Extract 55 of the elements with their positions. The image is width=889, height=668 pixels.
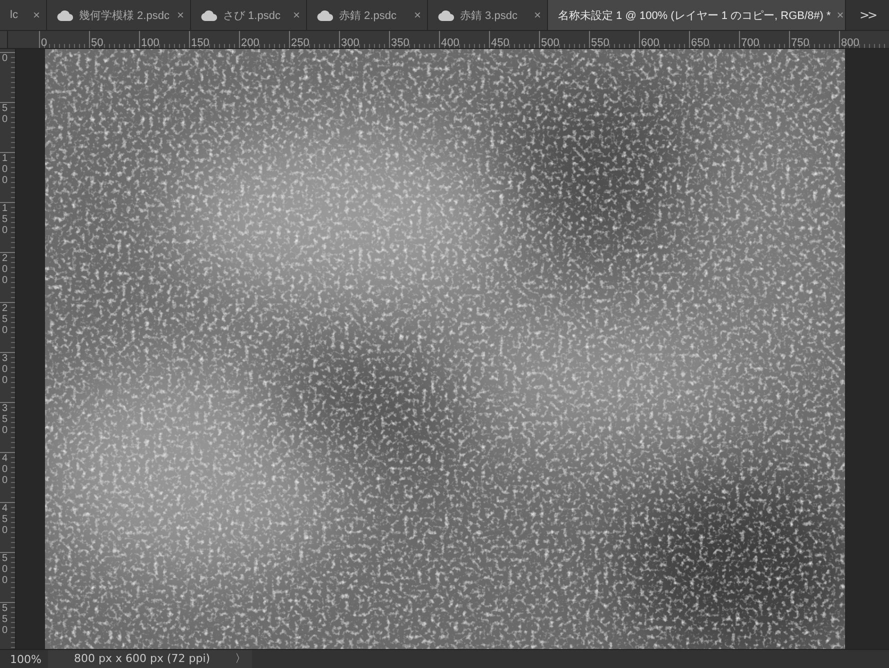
tab-label: 幾何学模様 2.psdc [79, 8, 170, 22]
ruler-label: 0 [2, 53, 9, 64]
close-icon[interactable]: × [32, 8, 40, 22]
ruler-label: 550 [2, 603, 9, 636]
ruler-label: 700 [740, 37, 760, 49]
zoom-level: 100% [9, 652, 42, 666]
cloud-icon [201, 10, 217, 20]
tab-overflow-button[interactable]: >> [846, 0, 889, 30]
document-tab[interactable]: 幾何学模様 2.psdc × [47, 0, 191, 30]
close-icon[interactable]: × [414, 8, 421, 22]
cloud-icon [317, 10, 333, 20]
tab-label: 赤錆 3.psdc [460, 8, 518, 22]
tab-label: lc [10, 9, 19, 21]
document-size: 800 px x 600 px (72 ppi) [48, 650, 229, 668]
ruler-label: 600 [640, 37, 660, 49]
status-menu-button[interactable]: 〉 [229, 650, 252, 668]
ruler-label: 250 [290, 37, 310, 49]
ruler-label: 500 [2, 553, 9, 586]
ruler-label: 50 [90, 37, 104, 49]
ruler-label: 0 [40, 37, 48, 49]
ruler-label: 500 [540, 37, 560, 49]
tab-label: さび 1.psdc [223, 8, 282, 22]
close-icon[interactable]: × [534, 8, 541, 22]
tab-label: 赤錆 2.psdc [339, 8, 398, 22]
ruler-label: 450 [490, 37, 510, 49]
ruler-label: 450 [2, 503, 9, 536]
ruler-label: 800 [840, 37, 860, 49]
ruler-label: 550 [590, 37, 610, 49]
ruler-label: 400 [2, 453, 9, 486]
cloud-icon [57, 10, 73, 20]
ruler-label: 100 [140, 37, 160, 49]
ruler-label: 400 [440, 37, 460, 49]
ruler-label: 200 [240, 37, 260, 49]
ruler-label: 750 [790, 37, 810, 49]
ruler-label: 350 [390, 37, 410, 49]
ruler-label: 200 [2, 253, 9, 286]
ruler-label: 650 [690, 37, 710, 49]
ruler-label: 100 [2, 153, 9, 186]
ruler-label: 50 [2, 103, 9, 125]
ruler-label: 150 [2, 203, 9, 236]
close-icon[interactable]: × [292, 8, 300, 22]
ruler-label: 350 [2, 403, 9, 436]
tab-label: 名称未設定 1 @ 100% (レイヤー 1 のコピー, RGB/8#) * [558, 8, 831, 22]
close-icon[interactable]: × [176, 8, 184, 22]
cloud-icon [438, 10, 454, 20]
ruler-label: 300 [340, 37, 360, 49]
document-tab[interactable]: 名称未設定 1 @ 100% (レイヤー 1 のコピー, RGB/8#) * × [548, 0, 846, 30]
close-icon[interactable]: × [836, 8, 844, 22]
document-tab[interactable]: lc × [0, 0, 47, 30]
document-tab[interactable]: 赤錆 3.psdc × [428, 0, 548, 30]
document-tab[interactable]: 赤錆 2.psdc × [307, 0, 428, 30]
ruler-label: 300 [2, 353, 9, 386]
document-tab[interactable]: さび 1.psdc × [191, 0, 307, 30]
ruler-label: 250 [2, 303, 9, 336]
ruler-label: 150 [190, 37, 210, 49]
